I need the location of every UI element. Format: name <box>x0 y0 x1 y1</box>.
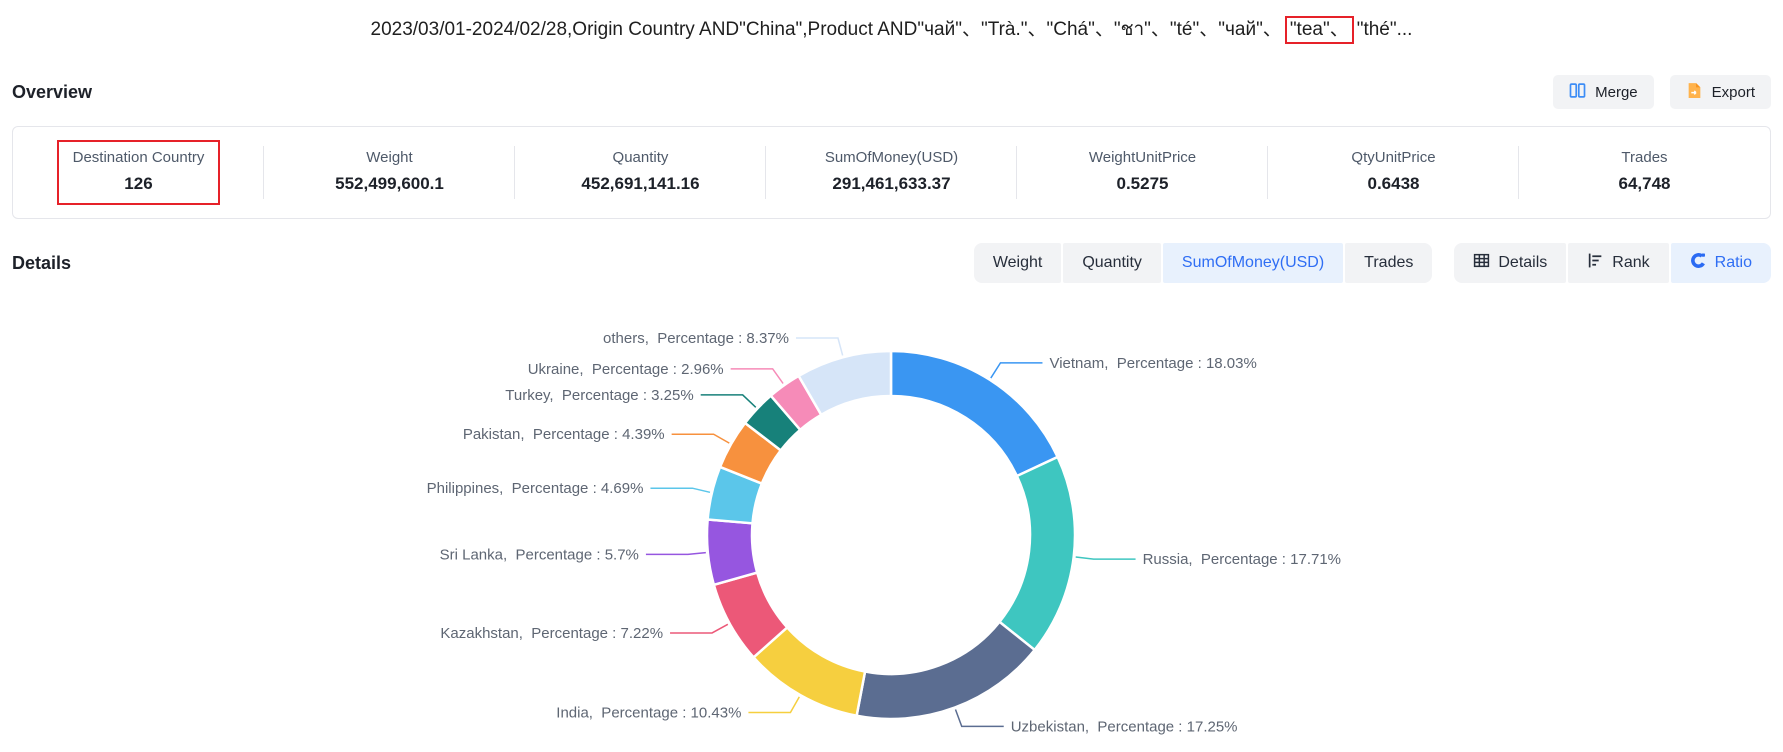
tab-sum-of-money[interactable]: SumOfMoney(USD) <box>1163 243 1343 283</box>
pie-label-india: India, Percentage : 10.43% <box>556 704 741 721</box>
ratio-view-label: Ratio <box>1715 254 1752 272</box>
pie-label-sri-lanka: Sri Lanka, Percentage : 5.7% <box>440 546 639 563</box>
ratio-view-button[interactable]: Ratio <box>1671 243 1771 283</box>
stat-trades: Trades 64,748 <box>1519 140 1770 205</box>
pie-slice-uzbekistan[interactable] <box>857 622 1035 719</box>
stat-weight: Weight 552,499,600.1 <box>264 140 515 205</box>
stat-value: 64,748 <box>1619 174 1671 194</box>
query-highlight-box: "tea"、 <box>1285 16 1354 45</box>
stat-value: 126 <box>124 174 152 194</box>
pie-label-vietnam: Vietnam, Percentage : 18.03% <box>1049 355 1256 372</box>
pie-label-line <box>731 369 783 384</box>
stat-value: 291,461,633.37 <box>832 174 950 194</box>
merge-button-label: Merge <box>1595 84 1638 101</box>
page: 2023/03/01-2024/02/28,Origin Country AND… <box>0 0 1783 752</box>
tab-trades[interactable]: Trades <box>1345 243 1432 283</box>
query-title-bar: 2023/03/01-2024/02/28,Origin Country AND… <box>0 0 1783 58</box>
tab-weight[interactable]: Weight <box>974 243 1062 283</box>
ratio-chart-area: Vietnam, Percentage : 18.03% Russia, Perc… <box>0 285 1783 737</box>
export-button-label: Export <box>1712 84 1755 101</box>
pie-label-line <box>991 363 1043 378</box>
stat-highlight-box: Destination Country 126 <box>57 140 221 205</box>
ratio-pie-chart: Vietnam, Percentage : 18.03% Russia, Perc… <box>0 285 1783 737</box>
pie-slice-vietnam[interactable] <box>891 351 1058 476</box>
stat-label: Trades <box>1621 149 1667 166</box>
pie-label-turkey: Turkey, Percentage : 3.25% <box>505 387 693 404</box>
ratio-icon <box>1690 252 1707 274</box>
stat-label: SumOfMoney(USD) <box>825 149 958 166</box>
pie-label-line <box>796 338 843 355</box>
stat-label: QtyUnitPrice <box>1351 149 1435 166</box>
query-title-prefix: 2023/03/01-2024/02/28,Origin Country AND… <box>371 19 1282 40</box>
stat-sum-of-money: SumOfMoney(USD) 291,461,633.37 <box>766 140 1017 205</box>
stat-label: Weight <box>366 149 412 166</box>
stat-label: WeightUnitPrice <box>1089 149 1196 166</box>
pie-label-line <box>670 624 728 633</box>
pie-label-line <box>646 553 706 555</box>
pie-label-line <box>650 488 710 492</box>
rank-view-label: Rank <box>1612 254 1649 272</box>
pie-label-line <box>672 434 730 443</box>
pie-label-line <box>955 709 1003 726</box>
tab-quantity[interactable]: Quantity <box>1063 243 1161 283</box>
stat-qty-unit-price: QtyUnitPrice 0.6438 <box>1268 140 1519 205</box>
pie-label-others: others, Percentage : 8.37% <box>603 330 789 347</box>
pie-label-kazakhstan: Kazakhstan, Percentage : 7.22% <box>440 625 663 642</box>
pie-label-philippines: Philippines, Percentage : 4.69% <box>427 480 644 497</box>
pie-label-line <box>1076 557 1136 559</box>
metric-tab-group: Weight Quantity SumOfMoney(USD) Trades <box>974 243 1433 283</box>
overview-heading: Overview <box>12 82 92 103</box>
pie-label-line <box>701 395 756 407</box>
stat-quantity: Quantity 452,691,141.16 <box>515 140 766 205</box>
details-controls: Weight Quantity SumOfMoney(USD) Trades D… <box>974 243 1771 283</box>
query-title: 2023/03/01-2024/02/28,Origin Country AND… <box>371 14 1413 45</box>
export-button[interactable]: Export <box>1670 75 1771 109</box>
pie-slice-russia[interactable] <box>1000 457 1075 650</box>
details-header: Details Weight Quantity SumOfMoney(USD) … <box>12 245 1771 281</box>
pie-label-line <box>748 697 799 713</box>
overview-actions: Merge Export <box>1553 75 1771 109</box>
stat-value: 0.6438 <box>1368 174 1420 194</box>
merge-icon <box>1569 82 1586 103</box>
details-view-label: Details <box>1498 254 1547 272</box>
stat-value: 452,691,141.16 <box>581 174 699 194</box>
merge-button[interactable]: Merge <box>1553 75 1654 109</box>
stat-label: Quantity <box>613 149 669 166</box>
stat-destination-country: Destination Country 126 <box>13 140 264 205</box>
pie-label-uzbekistan: Uzbekistan, Percentage : 17.25% <box>1011 718 1238 735</box>
pie-label-russia: Russia, Percentage : 17.71% <box>1143 551 1341 568</box>
overview-stats-card: Destination Country 126 Weight 552,499,6… <box>12 126 1771 219</box>
pie-label-ukraine: Ukraine, Percentage : 2.96% <box>528 361 724 378</box>
details-heading: Details <box>12 253 71 274</box>
stat-weight-unit-price: WeightUnitPrice 0.5275 <box>1017 140 1268 205</box>
rank-view-button[interactable]: Rank <box>1568 243 1668 283</box>
table-icon <box>1473 252 1490 274</box>
export-icon <box>1686 82 1703 103</box>
pie-slice-sri-lanka[interactable] <box>707 520 757 585</box>
pie-label-pakistan: Pakistan, Percentage : 4.39% <box>463 426 665 443</box>
stat-label: Destination Country <box>73 149 205 166</box>
query-title-suffix: "thé"... <box>1357 19 1413 40</box>
overview-header: Overview Merge Export <box>12 74 1771 110</box>
stat-value: 552,499,600.1 <box>335 174 444 194</box>
view-button-group: Details Rank Ratio <box>1454 243 1771 283</box>
details-view-button[interactable]: Details <box>1454 243 1566 283</box>
stat-value: 0.5275 <box>1116 174 1168 194</box>
rank-icon <box>1587 252 1604 274</box>
